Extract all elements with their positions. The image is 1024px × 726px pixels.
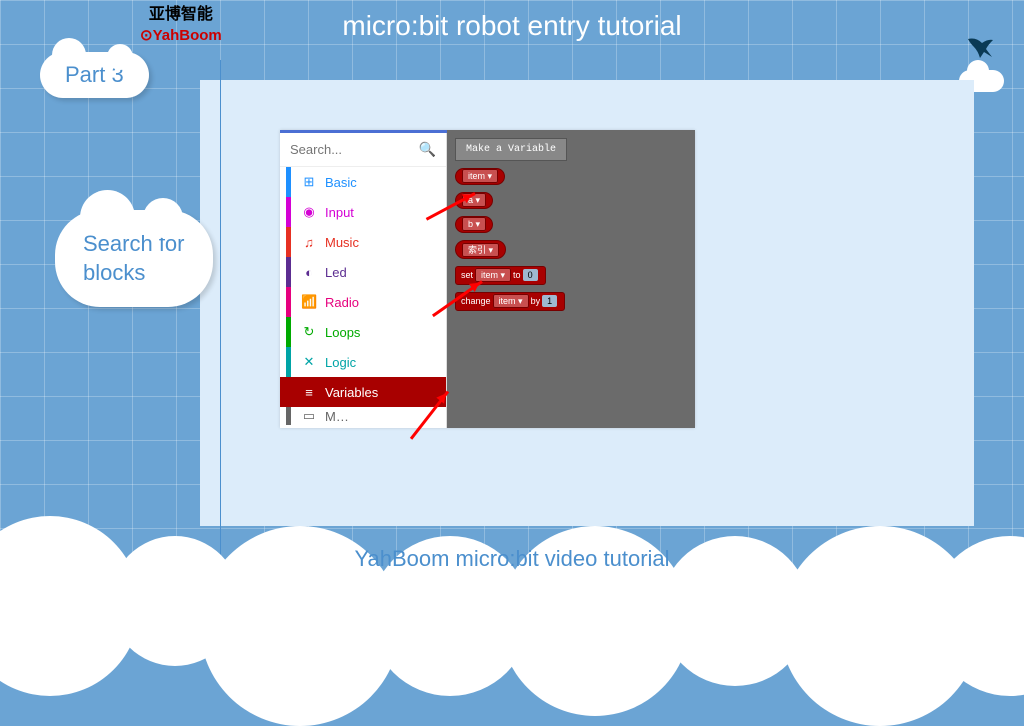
category-music[interactable]: ♫Music	[280, 227, 446, 257]
step-label-line1: Search for	[83, 230, 185, 259]
set-block[interactable]: setitem ▾to0	[455, 266, 546, 285]
variable-block[interactable]: item ▾	[455, 168, 505, 185]
category-led[interactable]: ◐Led	[280, 257, 446, 287]
makecode-editor: 🔍 ⊞Basic ◉Input ♫Music ◐Led 📶Radio ↻Loop…	[280, 130, 695, 428]
variable-block[interactable]: 索引 ▾	[455, 240, 506, 259]
step-label-line2: blocks	[83, 259, 185, 288]
category-sidebar: 🔍 ⊞Basic ◉Input ♫Music ◐Led 📶Radio ↻Loop…	[280, 130, 447, 428]
page-title: micro:bit robot entry tutorial	[342, 10, 681, 42]
rect-icon: ▭	[301, 408, 317, 424]
part-badge: Part 3	[40, 52, 149, 98]
step-label-cloud: Search for blocks	[55, 210, 213, 307]
target-icon: ◉	[301, 204, 317, 220]
toggle-icon: ◐	[301, 265, 317, 280]
category-variables[interactable]: ≡Variables	[280, 377, 446, 407]
make-variable-button[interactable]: Make a Variable	[455, 138, 567, 161]
change-block[interactable]: changeitem ▾by1	[455, 292, 565, 311]
category-input[interactable]: ◉Input	[280, 197, 446, 227]
refresh-icon: ↻	[301, 324, 317, 340]
search-row[interactable]: 🔍	[280, 133, 446, 167]
search-input[interactable]	[290, 142, 419, 157]
logo-en: ⊙YahBoom	[140, 26, 222, 46]
music-icon: ♫	[301, 235, 317, 250]
logo-cn: 亚博智能	[140, 5, 222, 26]
search-icon[interactable]: 🔍	[419, 141, 436, 158]
category-logic[interactable]: ✕Logic	[280, 347, 446, 377]
logo: 亚博智能 ⊙YahBoom	[140, 5, 222, 45]
block-workspace[interactable]: Make a Variable item ▾ a ▾ b ▾ 索引 ▾ seti…	[447, 130, 695, 428]
category-radio[interactable]: 📶Radio	[280, 287, 446, 317]
footer-text: YahBoom micro:bit video tutorial	[354, 546, 669, 572]
category-loops[interactable]: ↻Loops	[280, 317, 446, 347]
list-icon: ≡	[301, 385, 317, 400]
shuffle-icon: ✕	[301, 354, 317, 370]
signal-icon: 📶	[301, 294, 317, 310]
variable-block[interactable]: b ▾	[455, 216, 493, 233]
part-label: Part 3	[65, 62, 124, 87]
grid-icon: ⊞	[301, 174, 317, 190]
category-basic[interactable]: ⊞Basic	[280, 167, 446, 197]
